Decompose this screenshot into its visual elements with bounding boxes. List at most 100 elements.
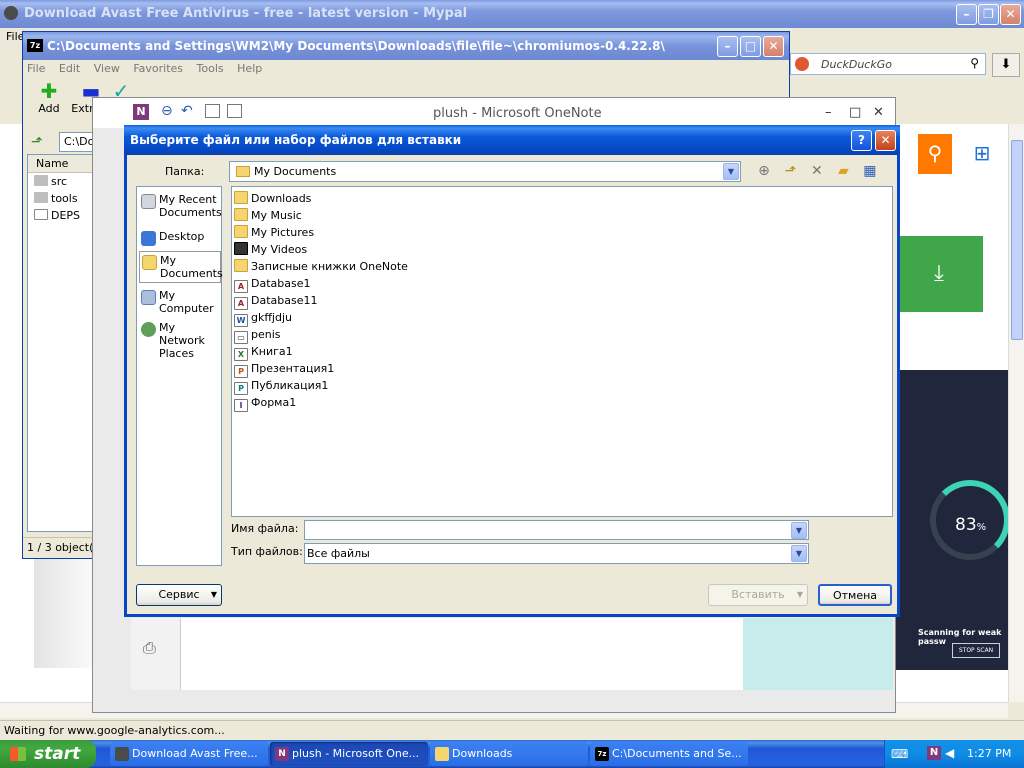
up-folder-icon[interactable]: ⬏ [779, 163, 801, 179]
duckduckgo-icon [795, 57, 809, 71]
stop-scan-button[interactable]: STOP SCAN [952, 643, 1000, 658]
start-button[interactable]: start [0, 740, 96, 768]
help-button[interactable]: ? [851, 130, 872, 151]
menu-view[interactable]: View [94, 62, 120, 75]
7zip-title: C:\Documents and Settings\WM2\My Documen… [47, 39, 665, 53]
list-item[interactable]: P Публикация1 [232, 377, 892, 395]
onenote-minimize-button[interactable]: – [825, 105, 832, 120]
filetype-label: Тип файлов: [231, 545, 303, 558]
menu-tools[interactable]: Tools [197, 62, 224, 75]
site-search-icon[interactable]: ⚲ [918, 134, 952, 174]
list-item[interactable]: Записные книжки OneNote [232, 258, 892, 275]
vertical-scrollbar[interactable] [1008, 124, 1024, 702]
place-my-documents[interactable]: My Documents [139, 251, 223, 283]
new-folder-icon[interactable]: ▰ [832, 163, 854, 179]
list-item[interactable]: Downloads [232, 190, 892, 207]
menu-file[interactable]: File [27, 62, 45, 75]
undo-icon[interactable]: ↶ [181, 103, 193, 119]
place-network-places[interactable]: My Network Places [139, 319, 221, 362]
windows-logo-icon[interactable]: ⊞ [960, 134, 1004, 174]
list-item[interactable]: I Форма1 [232, 394, 892, 412]
7zip-minimize-button[interactable]: – [717, 36, 738, 57]
onenote-icon: N [133, 104, 149, 120]
task-downloads[interactable]: Downloads [430, 742, 588, 766]
list-item[interactable]: A Database1 [232, 275, 892, 293]
task-7zip[interactable]: 7z C:\Documents and Se... [590, 742, 748, 766]
fullpage-icon[interactable] [227, 104, 242, 118]
list-item[interactable]: My Videos [232, 241, 892, 258]
notebook-icon[interactable]: ⎙ [143, 638, 156, 658]
clock[interactable]: 1:27 PM [967, 747, 1011, 760]
chevron-down-icon[interactable]: ▼ [723, 163, 739, 180]
windows-logo-icon [10, 747, 26, 761]
list-item[interactable]: P Презентация1 [232, 360, 892, 378]
dialog-titlebar[interactable]: Выберите файл или набор файлов для встав… [124, 125, 900, 155]
list-item[interactable]: My Pictures [232, 224, 892, 241]
list-item[interactable]: X Книга1 [232, 343, 892, 361]
folder-icon [34, 175, 48, 186]
onenote-icon[interactable]: N [927, 746, 941, 760]
file-list: Downloads My Music My Pictures My Videos… [231, 186, 893, 517]
onenote-close-button[interactable]: ✕ [873, 105, 884, 120]
back-icon[interactable]: ⊖ [161, 103, 173, 119]
insert-button[interactable]: Вставить ▼ [708, 584, 808, 606]
service-button[interactable]: Сервис ▼ [136, 584, 222, 606]
filetype-select[interactable]: Все файлы ▼ [304, 543, 809, 564]
7zip-menubar: File Edit View Favorites Tools Help [27, 62, 272, 75]
maximize-button[interactable]: ❐ [978, 4, 999, 25]
chevron-down-icon[interactable]: ▼ [791, 522, 807, 539]
menu-help[interactable]: Help [237, 62, 262, 75]
list-item[interactable]: My Music [232, 207, 892, 224]
downloads-arrow-icon[interactable]: ⬇ [992, 53, 1020, 77]
task-browser[interactable]: Download Avast Free... [110, 742, 268, 766]
my-documents-icon [142, 255, 157, 270]
keyboard-icon[interactable]: ⌨ [891, 747, 908, 761]
download-button[interactable]: ⤓ [895, 236, 983, 312]
speaker-icon[interactable]: ◀ [945, 746, 954, 760]
filename-label: Имя файла: [231, 522, 299, 535]
close-button[interactable]: ✕ [1000, 4, 1021, 25]
task-onenote[interactable]: Nplush - Microsoft One... [270, 742, 428, 766]
delete-icon[interactable]: ✕ [806, 163, 828, 179]
filename-field[interactable]: ▼ [304, 520, 809, 540]
list-item[interactable]: ▭ penis [232, 326, 892, 344]
search-icon[interactable]: ⚲ [970, 56, 979, 70]
note-canvas[interactable] [181, 618, 745, 690]
menu-edit[interactable]: Edit [59, 62, 80, 75]
views-icon[interactable]: ▦ [859, 163, 881, 179]
7zip-close-button[interactable]: ✕ [763, 36, 784, 57]
folder-icon [234, 259, 248, 272]
folder-icon [435, 747, 449, 761]
chevron-down-icon[interactable]: ▼ [791, 545, 807, 562]
menu-favorites[interactable]: Favorites [133, 62, 183, 75]
list-item[interactable]: Wgkffjdju [232, 309, 892, 327]
add-icon: ✚ [40, 79, 58, 103]
notebook-pane: ⎙ [131, 618, 181, 690]
dialog-close-button[interactable]: ✕ [875, 130, 896, 151]
up-folder-icon[interactable]: ⬏ [31, 134, 43, 150]
add-button[interactable]: ✚ Add [27, 80, 71, 115]
7zip-maximize-button[interactable]: □ [740, 36, 761, 57]
places-bar: My Recent Documents Desktop My Documents… [136, 186, 223, 566]
music-folder-icon [234, 208, 248, 221]
search-box[interactable]: DuckDuckGo ⚲ [790, 53, 986, 75]
cancel-button[interactable]: Отмена [818, 584, 892, 606]
search-placeholder: DuckDuckGo [821, 58, 892, 71]
recent-documents-icon [141, 194, 156, 209]
onenote-titlebar[interactable]: N ⊖ ↶ plush - Microsoft OneNote – □ ✕ [93, 98, 895, 128]
folder-icon [234, 191, 248, 204]
place-recent-documents[interactable]: My Recent Documents [139, 191, 222, 221]
7zip-titlebar[interactable]: 7z C:\Documents and Settings\WM2\My Docu… [23, 32, 789, 60]
place-my-computer[interactable]: My Computer [139, 287, 221, 317]
folder-icon [34, 192, 48, 203]
scrollbar-thumb[interactable] [1011, 140, 1023, 340]
minimize-button[interactable]: – [956, 4, 977, 25]
browser-titlebar[interactable]: Download Avast Free Antivirus - free - l… [0, 0, 1024, 28]
place-desktop[interactable]: Desktop [139, 228, 221, 246]
list-item[interactable]: A Database11 [232, 292, 892, 310]
folder-combo[interactable]: My Documents ▼ [229, 161, 741, 182]
dock-icon[interactable] [205, 104, 220, 118]
onenote-maximize-button[interactable]: □ [849, 105, 861, 120]
page-tabs-pane [743, 618, 893, 690]
back-icon[interactable]: ⊕ [753, 163, 775, 179]
